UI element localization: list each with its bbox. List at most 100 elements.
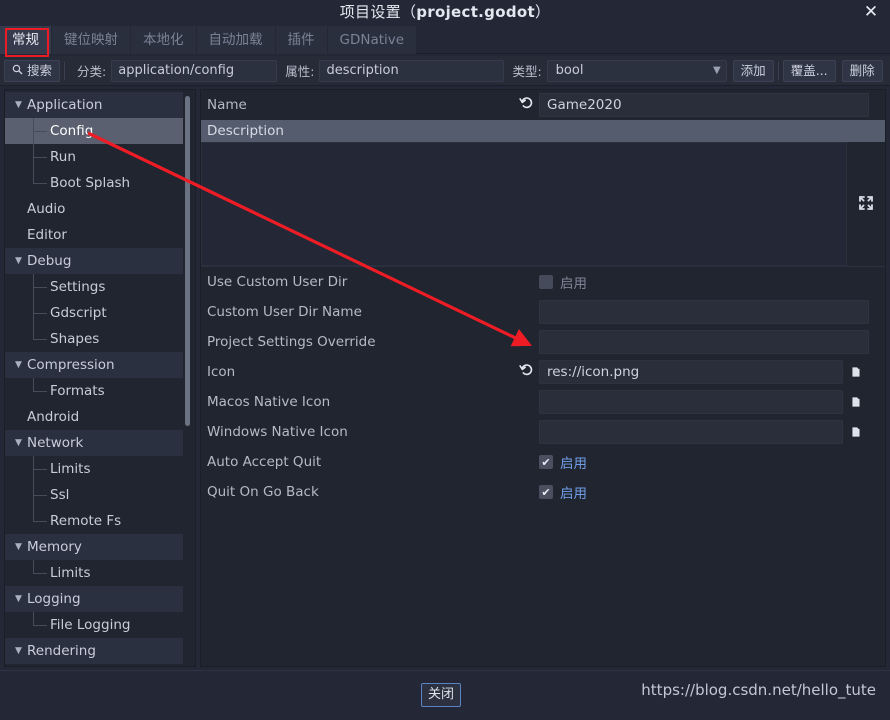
property-label: Icon <box>207 364 236 380</box>
sidebar-item-run[interactable]: Run <box>5 144 183 170</box>
property-input[interactable]: description <box>319 59 505 82</box>
sidebar-scrollbar-thumb[interactable] <box>185 96 190 426</box>
close-button[interactable]: 关闭 <box>421 683 461 707</box>
chevron-down-icon: ▼ <box>712 65 721 76</box>
search-button[interactable]: 搜索 <box>4 59 61 82</box>
sidebar-item-label: Run <box>50 149 76 165</box>
page-title: 项目设置（project.godot） <box>0 0 890 26</box>
title-bar: 项目设置（project.godot） ✕ <box>0 0 890 26</box>
override-button[interactable]: 覆盖... <box>782 59 836 82</box>
sidebar-scrollbar[interactable] <box>184 92 191 666</box>
sidebar-item-application[interactable]: ▼ Application <box>5 92 183 118</box>
sidebar-item-label: Compression <box>27 357 115 373</box>
chevron-down-icon[interactable]: ▼ <box>15 586 27 612</box>
watermark-url: https://blog.csdn.net/hello_tute <box>641 681 876 699</box>
property-value: res://icon.png <box>518 360 869 384</box>
toolbar-divider-2 <box>777 61 779 80</box>
custom-user-dir-name-input[interactable] <box>539 300 869 324</box>
tab-1[interactable]: 键位映射 <box>52 26 131 54</box>
tree-guide <box>33 469 47 470</box>
tab-3[interactable]: 自动加载 <box>196 26 276 54</box>
checkbox-auto-accept-quit[interactable]: ✔ 启用 <box>539 452 587 472</box>
close-icon[interactable]: ✕ <box>860 2 882 24</box>
checkbox-quit-on-go-back[interactable]: ✔ 启用 <box>539 482 587 502</box>
description-textarea[interactable] <box>201 142 847 266</box>
checkbox-use-custom-user-dir[interactable]: 启用 <box>539 272 587 292</box>
sidebar-item-editor[interactable]: Editor <box>5 222 183 248</box>
icon-input[interactable]: res://icon.png <box>539 360 843 384</box>
chevron-down-icon[interactable]: ▼ <box>15 534 27 560</box>
dialog-body: ▼ Application Config Run Boot Splash Audio Edi… <box>0 87 890 670</box>
sidebar-item-label: Boot Splash <box>50 175 131 191</box>
sidebar-item-rendering[interactable]: ▼ Rendering <box>5 638 183 664</box>
windows-native-icon-input[interactable] <box>539 420 843 444</box>
project-settings-override-input[interactable] <box>539 330 869 354</box>
category-label: 分类: <box>77 64 107 79</box>
folder-icon[interactable] <box>847 391 869 413</box>
property-row-windows-native-icon: Windows Native Icon <box>201 417 885 447</box>
property-label-name: Name <box>207 97 247 113</box>
type-select[interactable]: bool ▼ <box>546 59 727 82</box>
sidebar-item-formats[interactable]: Formats <box>5 378 183 404</box>
sidebar-item-remote-fs[interactable]: Remote Fs <box>5 508 183 534</box>
folder-icon[interactable] <box>847 421 869 443</box>
revert-icon[interactable] <box>517 95 535 113</box>
search-button-label: 搜索 <box>27 62 53 78</box>
property-value <box>539 330 869 354</box>
name-input[interactable]: Game2020 <box>539 93 869 117</box>
expand-icon[interactable] <box>855 192 877 214</box>
property-label: Use Custom User Dir <box>207 274 348 290</box>
chevron-down-icon[interactable]: ▼ <box>15 638 27 664</box>
property-value <box>539 300 869 324</box>
macos-native-icon-input[interactable] <box>539 390 843 414</box>
sidebar-item-label: Remote Fs <box>50 513 122 529</box>
property-label: Windows Native Icon <box>207 424 348 440</box>
category-input[interactable]: application/config <box>111 59 278 82</box>
sidebar-item-file-logging[interactable]: File Logging <box>5 612 183 638</box>
sidebar-item-limits[interactable]: Limits <box>5 456 183 482</box>
tree-guide <box>33 287 47 288</box>
property-row-auto-accept-quit: Auto Accept Quit ✔ 启用 <box>201 447 885 477</box>
sidebar-item-debug[interactable]: ▼ Debug <box>5 248 183 274</box>
search-icon <box>12 61 23 81</box>
sidebar-item-memory[interactable]: ▼ Memory <box>5 534 183 560</box>
sidebar-item-shapes[interactable]: Shapes <box>5 326 183 352</box>
sidebar-item-limits[interactable]: Limits <box>5 560 183 586</box>
delete-button[interactable]: 删除 <box>841 59 883 82</box>
sidebar-item-android[interactable]: Android <box>5 404 183 430</box>
tree-guide-vertical <box>33 560 34 574</box>
chevron-down-icon[interactable]: ▼ <box>15 92 27 118</box>
tree-guide-vertical <box>33 508 34 522</box>
sidebar-item-settings[interactable]: Settings <box>5 274 183 300</box>
tree-guide-vertical <box>33 482 34 508</box>
tab-5[interactable]: GDNative <box>327 26 418 54</box>
panel-scrollbar[interactable] <box>875 92 882 666</box>
property-row-name: Name Game2020 <box>201 90 885 120</box>
chevron-down-icon[interactable]: ▼ <box>15 352 27 378</box>
tab-0[interactable]: 常规 <box>0 26 52 54</box>
tree-guide <box>33 157 47 158</box>
tree-guide-vertical <box>33 170 34 184</box>
tree-guide <box>33 183 47 184</box>
sidebar-item-network[interactable]: ▼ Network <box>5 430 183 456</box>
folder-icon[interactable] <box>847 361 869 383</box>
chevron-down-icon[interactable]: ▼ <box>15 248 27 274</box>
revert-icon[interactable] <box>517 362 535 380</box>
sidebar-item-gdscript[interactable]: Gdscript <box>5 300 183 326</box>
add-button[interactable]: 添加 <box>732 59 774 82</box>
sidebar-item-label: Config <box>50 123 94 139</box>
sidebar-item-boot-splash[interactable]: Boot Splash <box>5 170 183 196</box>
sidebar-item-ssl[interactable]: Ssl <box>5 482 183 508</box>
chevron-down-icon[interactable]: ▼ <box>15 430 27 456</box>
tree-guide <box>33 625 47 626</box>
checkbox-label: 启用 <box>560 276 587 292</box>
property-value <box>539 420 869 444</box>
tab-2[interactable]: 本地化 <box>131 26 197 54</box>
sidebar-item-compression[interactable]: ▼ Compression <box>5 352 183 378</box>
tab-4[interactable]: 插件 <box>275 26 328 54</box>
sidebar-item-logging[interactable]: ▼ Logging <box>5 586 183 612</box>
sidebar-item-audio[interactable]: Audio <box>5 196 183 222</box>
checkbox-checked-icon: ✔ <box>539 485 553 499</box>
sidebar-item-config[interactable]: Config <box>5 118 183 144</box>
tree-guide <box>33 495 47 496</box>
